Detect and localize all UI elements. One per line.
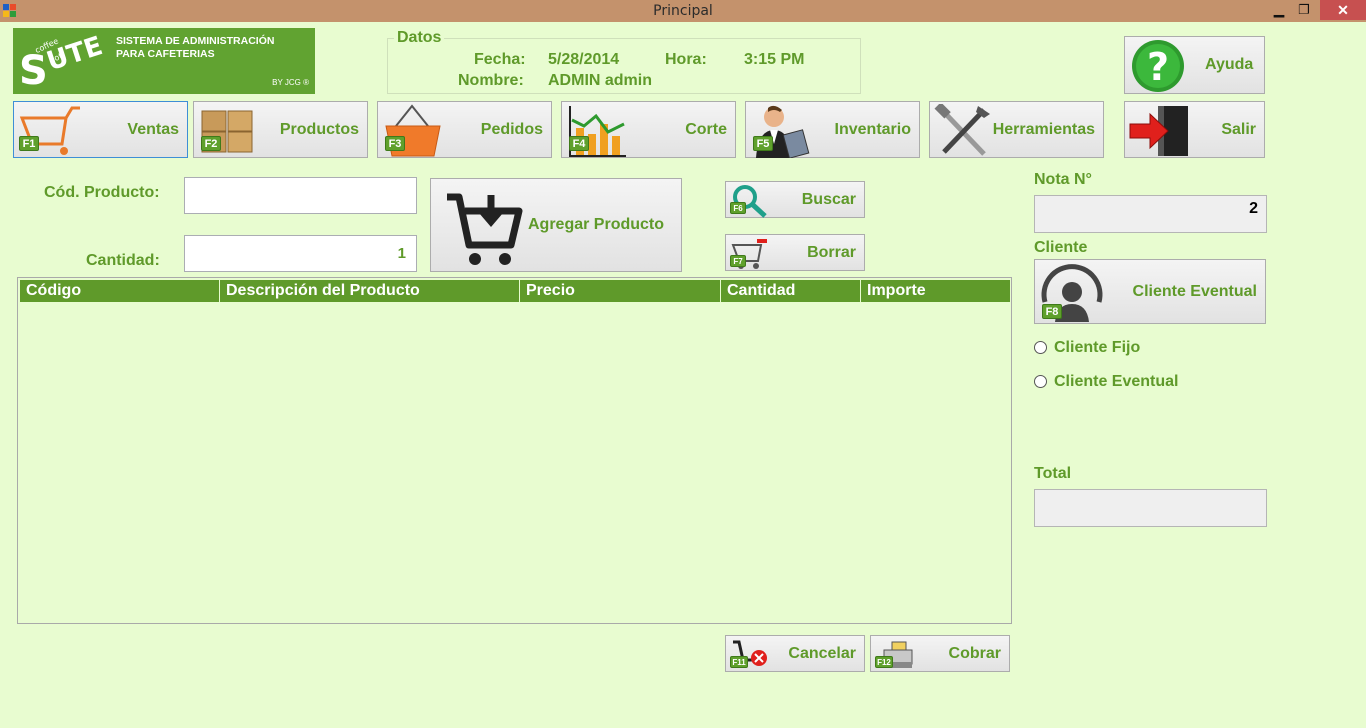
window-titlebar: Principal ▁ ❐ ✕ [0,0,1366,22]
cancelar-button[interactable]: F11 Cancelar [725,635,865,672]
inventario-button[interactable]: F5 Inventario [745,101,920,158]
pedidos-label: Pedidos [480,121,543,138]
svg-text:?: ? [1147,45,1169,89]
table-header: Código Descripción del Producto Precio C… [20,280,1010,302]
herramientas-label: Herramientas [992,121,1095,138]
agregar-producto-button[interactable]: Agregar Producto [430,178,682,272]
cobrar-label: Cobrar [948,645,1001,662]
borrar-fkey: F7 [730,255,746,267]
ventas-button[interactable]: F1 Ventas [13,101,188,158]
cancelar-label: Cancelar [788,645,856,662]
hora-value: 3:15 PM [744,51,805,68]
cliente-eventual-radio[interactable] [1034,375,1047,388]
cliente-fijo-label[interactable]: Cliente Fijo [1054,339,1140,357]
nota-label: Nota N° [1034,171,1092,188]
productos-label: Productos [279,121,359,138]
col-codigo[interactable]: Código [20,280,220,302]
cliente-eventual-radio-label[interactable]: Cliente Eventual [1054,373,1178,391]
hora-label: Hora: [665,51,707,68]
salir-button[interactable]: Salir [1124,101,1265,158]
nombre-value: ADMIN admin [548,72,652,89]
tools-icon [934,104,990,156]
minimize-button[interactable]: ▁ [1268,0,1290,20]
app-logo: S UTE coffee hot SISTEMA DE ADMINISTRACI… [13,28,315,94]
window-title: Principal [653,3,713,19]
cliente-fkey: F8 [1042,304,1062,319]
total-label: Total [1034,465,1072,482]
logo-tagline: SISTEMA DE ADMINISTRACIÓN PARA CAFETERIA… [116,35,274,61]
ayuda-button[interactable]: ? Ayuda [1124,36,1265,94]
logo-tagline-line1: SISTEMA DE ADMINISTRACIÓN [116,35,275,47]
agregar-producto-label: Agregar Producto [528,216,665,233]
codigo-label: Cód. Producto: [44,184,160,201]
herramientas-button[interactable]: Herramientas [929,101,1104,158]
inventario-fkey: F5 [753,136,773,151]
fecha-value: 5/28/2014 [548,51,620,68]
corte-label: Corte [685,121,727,138]
cliente-label: Cliente [1034,239,1088,256]
datos-legend: Datos [394,29,445,47]
total-field [1034,489,1267,527]
products-table[interactable]: Código Descripción del Producto Precio C… [17,277,1012,624]
pedidos-fkey: F3 [385,136,405,151]
productos-button[interactable]: F2 Productos [193,101,368,158]
cliente-eventual-label: Cliente Eventual [1132,283,1257,300]
codigo-input[interactable] [184,177,417,214]
buscar-label: Buscar [801,191,856,208]
logo-tagline-line2: PARA CAFETERIAS [116,48,215,60]
close-button[interactable]: ✕ [1320,0,1366,20]
suite-logo-icon: S UTE coffee hot [19,31,106,94]
inventario-label: Inventario [834,121,911,138]
ventas-label: Ventas [127,121,179,138]
col-cantidad[interactable]: Cantidad [721,280,861,302]
nombre-label: Nombre: [458,72,524,89]
salir-label: Salir [1221,121,1256,138]
ventas-fkey: F1 [19,136,39,151]
cantidad-label: Cantidad: [86,252,160,269]
svg-text:S: S [19,48,48,94]
logo-credit: BY JCG ® [272,78,309,87]
col-importe[interactable]: Importe [861,280,1010,302]
buscar-button[interactable]: F6 Buscar [725,181,865,218]
nota-field: 2 [1034,195,1267,233]
exit-door-icon [1129,106,1188,156]
cobrar-fkey: F12 [875,656,893,668]
borrar-label: Borrar [807,244,856,261]
cobrar-button[interactable]: F12 Cobrar [870,635,1010,672]
col-descripcion[interactable]: Descripción del Producto [220,280,520,302]
corte-fkey: F4 [569,136,589,151]
cliente-fijo-radio[interactable] [1034,341,1047,354]
productos-fkey: F2 [201,136,221,151]
cliente-eventual-button[interactable]: F8 Cliente Eventual [1034,259,1266,324]
cantidad-input[interactable] [184,235,417,272]
col-precio[interactable]: Precio [520,280,721,302]
question-icon: ? [1132,40,1184,92]
borrar-button[interactable]: F7 Borrar [725,234,865,271]
fecha-label: Fecha: [474,51,526,68]
maximize-button[interactable]: ❐ [1292,0,1316,20]
add-to-cart-icon [447,193,523,265]
cancelar-fkey: F11 [730,656,748,668]
ayuda-label: Ayuda [1205,56,1254,73]
pedidos-button[interactable]: F3 Pedidos [377,101,552,158]
corte-button[interactable]: F4 Corte [561,101,736,158]
buscar-fkey: F6 [730,202,746,214]
